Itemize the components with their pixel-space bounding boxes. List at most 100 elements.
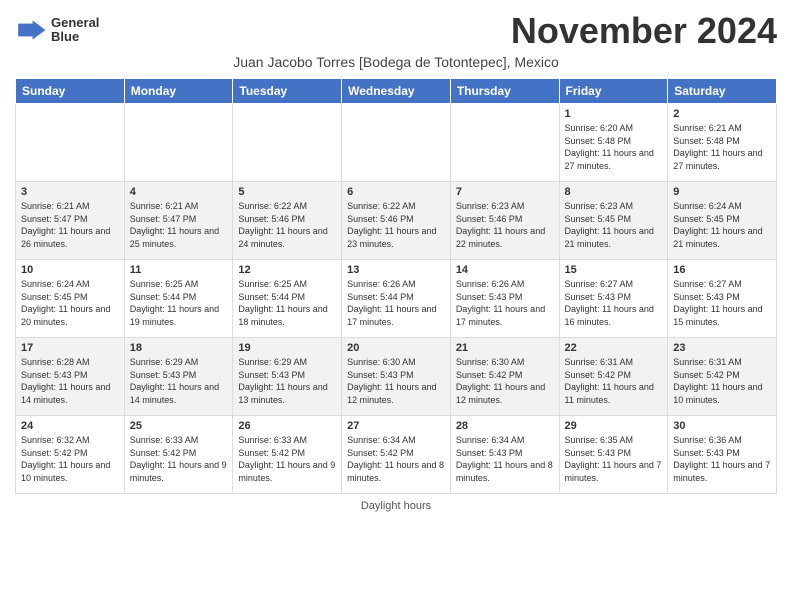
day-number: 4 [130,186,228,198]
logo-line1: General [51,16,99,30]
day-info: Sunrise: 6:24 AM Sunset: 5:45 PM Dayligh… [21,278,119,328]
calendar-day-19: 19 Sunrise: 6:29 AM Sunset: 5:43 PM Dayli… [233,338,342,416]
day-number: 19 [238,342,336,354]
day-info: Sunrise: 6:21 AM Sunset: 5:47 PM Dayligh… [21,200,119,250]
day-number: 22 [565,342,663,354]
calendar-empty [233,104,342,182]
day-number: 9 [673,186,771,198]
calendar-table: SundayMondayTuesdayWednesdayThursdayFrid… [15,78,777,494]
page-subtitle: Juan Jacobo Torres [Bodega de Totontepec… [15,54,777,70]
calendar-day-18: 18 Sunrise: 6:29 AM Sunset: 5:43 PM Dayli… [124,338,233,416]
day-info: Sunrise: 6:35 AM Sunset: 5:43 PM Dayligh… [565,434,663,484]
calendar-header-friday: Friday [559,79,668,104]
day-info: Sunrise: 6:31 AM Sunset: 5:42 PM Dayligh… [565,356,663,406]
calendar-day-8: 8 Sunrise: 6:23 AM Sunset: 5:45 PM Daylig… [559,182,668,260]
day-info: Sunrise: 6:21 AM Sunset: 5:47 PM Dayligh… [130,200,228,250]
calendar-day-10: 10 Sunrise: 6:24 AM Sunset: 5:45 PM Dayli… [16,260,125,338]
day-info: Sunrise: 6:36 AM Sunset: 5:43 PM Dayligh… [673,434,771,484]
day-info: Sunrise: 6:23 AM Sunset: 5:46 PM Dayligh… [456,200,554,250]
day-number: 8 [565,186,663,198]
logo-icon [15,14,47,46]
calendar-day-24: 24Sunrise: 6:32 AM Sunset: 5:42 PM Dayli… [16,416,125,494]
calendar-header-row: SundayMondayTuesdayWednesdayThursdayFrid… [16,79,777,104]
day-number: 6 [347,186,445,198]
month-title: November 2024 [511,10,777,52]
day-info: Sunrise: 6:28 AM Sunset: 5:43 PM Dayligh… [21,356,119,406]
calendar-week-row: 1 Sunrise: 6:20 AM Sunset: 5:48 PM Daylig… [16,104,777,182]
logo-line2: Blue [51,30,99,44]
calendar-header-tuesday: Tuesday [233,79,342,104]
calendar-day-29: 29Sunrise: 6:35 AM Sunset: 5:43 PM Dayli… [559,416,668,494]
calendar-day-7: 7 Sunrise: 6:23 AM Sunset: 5:46 PM Daylig… [450,182,559,260]
calendar-week-row: 17 Sunrise: 6:28 AM Sunset: 5:43 PM Dayli… [16,338,777,416]
day-info: Sunrise: 6:22 AM Sunset: 5:46 PM Dayligh… [238,200,336,250]
day-info: Sunrise: 6:34 AM Sunset: 5:43 PM Dayligh… [456,434,554,484]
calendar-day-13: 13 Sunrise: 6:26 AM Sunset: 5:44 PM Dayli… [342,260,451,338]
calendar-empty [16,104,125,182]
day-info: Sunrise: 6:34 AM Sunset: 5:42 PM Dayligh… [347,434,445,484]
calendar-day-26: 26 Sunrise: 6:33 AM Sunset: 5:42 PM Dayli… [233,416,342,494]
calendar-header-wednesday: Wednesday [342,79,451,104]
day-number: 30 [673,420,771,432]
calendar-day-5: 5 Sunrise: 6:22 AM Sunset: 5:46 PM Daylig… [233,182,342,260]
calendar-empty [342,104,451,182]
day-number: 26 [238,420,336,432]
day-info: Sunrise: 6:31 AM Sunset: 5:42 PM Dayligh… [673,356,771,406]
calendar-day-15: 15Sunrise: 6:27 AM Sunset: 5:43 PM Dayli… [559,260,668,338]
day-info: Sunrise: 6:26 AM Sunset: 5:44 PM Dayligh… [347,278,445,328]
logo-text: General Blue [51,16,99,45]
day-info: Sunrise: 6:33 AM Sunset: 5:42 PM Dayligh… [130,434,228,484]
day-number: 12 [238,264,336,276]
day-number: 17 [21,342,119,354]
day-number: 28 [456,420,554,432]
calendar-header-sunday: Sunday [16,79,125,104]
calendar-day-22: 22 Sunrise: 6:31 AM Sunset: 5:42 PM Dayli… [559,338,668,416]
calendar-day-4: 4 Sunrise: 6:21 AM Sunset: 5:47 PM Daylig… [124,182,233,260]
day-number: 16 [673,264,771,276]
day-number: 1 [565,108,663,120]
day-number: 18 [130,342,228,354]
day-number: 2 [673,108,771,120]
day-info: Sunrise: 6:24 AM Sunset: 5:45 PM Dayligh… [673,200,771,250]
calendar-day-1: 1 Sunrise: 6:20 AM Sunset: 5:48 PM Daylig… [559,104,668,182]
page-header: General Blue November 2024 [15,10,777,52]
day-info: Sunrise: 6:29 AM Sunset: 5:43 PM Dayligh… [238,356,336,406]
day-info: Sunrise: 6:23 AM Sunset: 5:45 PM Dayligh… [565,200,663,250]
calendar-day-16: 16 Sunrise: 6:27 AM Sunset: 5:43 PM Dayli… [668,260,777,338]
calendar-day-25: 25Sunrise: 6:33 AM Sunset: 5:42 PM Dayli… [124,416,233,494]
calendar-day-21: 21 Sunrise: 6:30 AM Sunset: 5:42 PM Dayli… [450,338,559,416]
calendar-day-30: 30 Sunrise: 6:36 AM Sunset: 5:43 PM Dayli… [668,416,777,494]
logo: General Blue [15,14,99,46]
day-info: Sunrise: 6:27 AM Sunset: 5:43 PM Dayligh… [673,278,771,328]
calendar-header-saturday: Saturday [668,79,777,104]
calendar-day-17: 17 Sunrise: 6:28 AM Sunset: 5:43 PM Dayli… [16,338,125,416]
day-number: 5 [238,186,336,198]
day-info: Sunrise: 6:26 AM Sunset: 5:43 PM Dayligh… [456,278,554,328]
day-number: 14 [456,264,554,276]
calendar-empty [450,104,559,182]
day-info: Sunrise: 6:25 AM Sunset: 5:44 PM Dayligh… [238,278,336,328]
calendar-day-28: 28 Sunrise: 6:34 AM Sunset: 5:43 PM Dayli… [450,416,559,494]
calendar-day-12: 12 Sunrise: 6:25 AM Sunset: 5:44 PM Dayli… [233,260,342,338]
day-number: 15 [565,264,663,276]
day-number: 21 [456,342,554,354]
day-number: 3 [21,186,119,198]
day-info: Sunrise: 6:20 AM Sunset: 5:48 PM Dayligh… [565,122,663,172]
day-info: Sunrise: 6:30 AM Sunset: 5:42 PM Dayligh… [456,356,554,406]
day-number: 10 [21,264,119,276]
calendar-day-27: 27Sunrise: 6:34 AM Sunset: 5:42 PM Dayli… [342,416,451,494]
calendar-empty [124,104,233,182]
calendar-day-9: 9 Sunrise: 6:24 AM Sunset: 5:45 PM Daylig… [668,182,777,260]
calendar-day-20: 20 Sunrise: 6:30 AM Sunset: 5:43 PM Dayli… [342,338,451,416]
calendar-day-14: 14 Sunrise: 6:26 AM Sunset: 5:43 PM Dayli… [450,260,559,338]
day-info: Sunrise: 6:30 AM Sunset: 5:43 PM Dayligh… [347,356,445,406]
calendar-header-monday: Monday [124,79,233,104]
day-info: Sunrise: 6:29 AM Sunset: 5:43 PM Dayligh… [130,356,228,406]
day-info: Sunrise: 6:25 AM Sunset: 5:44 PM Dayligh… [130,278,228,328]
day-number: 7 [456,186,554,198]
day-info: Sunrise: 6:33 AM Sunset: 5:42 PM Dayligh… [238,434,336,484]
day-number: 13 [347,264,445,276]
day-info: Sunrise: 6:32 AM Sunset: 5:42 PM Dayligh… [21,434,119,484]
day-number: 20 [347,342,445,354]
calendar-week-row: 24Sunrise: 6:32 AM Sunset: 5:42 PM Dayli… [16,416,777,494]
